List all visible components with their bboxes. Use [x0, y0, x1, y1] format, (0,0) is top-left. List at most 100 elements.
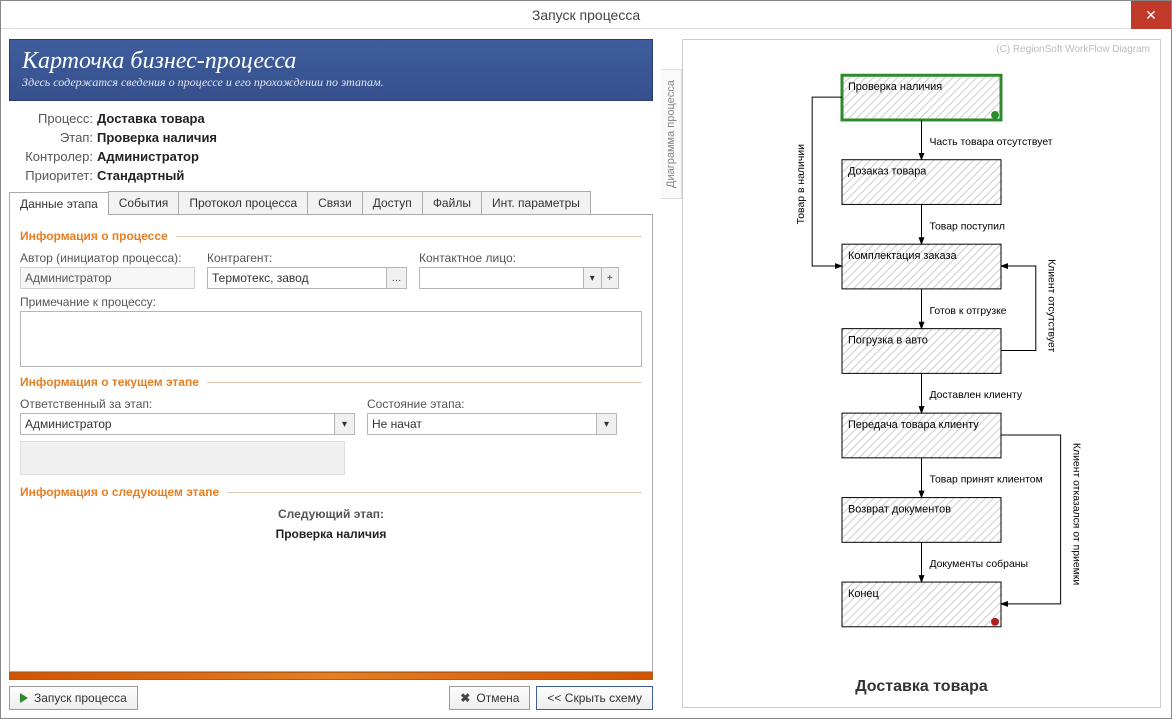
tab-protocol[interactable]: Протокол процесса	[178, 191, 308, 214]
section-process-info-label: Информация о процессе	[20, 229, 168, 243]
value-stage: Проверка наличия	[97, 130, 649, 145]
value-process: Доставка товара	[97, 111, 649, 126]
start-process-label: Запуск процесса	[34, 691, 127, 705]
label-priority: Приоритет:	[13, 168, 93, 183]
node-label: Дозаказ товара	[848, 166, 927, 178]
node-label: Передача товара клиенту	[848, 419, 979, 431]
label-stage: Этап:	[13, 130, 93, 145]
node-reorder[interactable]: Дозаказ товара	[842, 160, 1001, 205]
note-field[interactable]	[20, 311, 642, 367]
left-pane: Карточка бизнес-процесса Здесь содержатс…	[1, 29, 661, 718]
section-process-info: Информация о процессе	[20, 229, 642, 243]
tab-events[interactable]: События	[108, 191, 180, 214]
footer: Запуск процесса ✖ Отмена << Скрыть схему	[9, 672, 653, 710]
tab-links[interactable]: Связи	[307, 191, 363, 214]
label-counterparty: Контрагент:	[207, 251, 407, 265]
responsible-dropdown-button[interactable]: ▾	[335, 413, 355, 435]
edge-label: Товар поступил	[929, 221, 1005, 232]
edge-label: Документы собраны	[929, 558, 1028, 570]
state-dropdown-button[interactable]: ▾	[597, 413, 617, 435]
tab-files[interactable]: Файлы	[422, 191, 482, 214]
diagram-box: (C) RegionSoft WorkFlow Diagram	[682, 39, 1161, 708]
label-controller: Контролер:	[13, 149, 93, 164]
node-label: Возврат документов	[848, 504, 951, 516]
value-next-stage: Проверка наличия	[20, 527, 642, 541]
chevron-down-icon: ▾	[342, 419, 347, 430]
tab-body: Информация о процессе Автор (инициатор п…	[9, 215, 653, 672]
divider	[176, 236, 642, 237]
tabs: Данные этапа События Протокол процесса С…	[9, 191, 653, 215]
contact-dropdown-button[interactable]: ▾	[584, 267, 602, 289]
edge-label: Доставлен клиенту	[929, 390, 1022, 401]
workflow-diagram: Проверка наличия Дозаказ товара Комплект…	[683, 40, 1160, 667]
edge-label: Клиент отказался от приемки	[1071, 443, 1082, 585]
play-icon	[20, 693, 28, 703]
label-state: Состояние этапа:	[367, 397, 617, 411]
contact-field[interactable]	[419, 267, 584, 289]
diagram-title: Доставка товара	[683, 670, 1160, 704]
cancel-icon: ✖	[460, 691, 470, 705]
banner-subtitle: Здесь содержатся сведения о процессе и е…	[22, 75, 640, 90]
close-icon: ✕	[1145, 7, 1157, 24]
start-process-button[interactable]: Запуск процесса	[9, 686, 138, 710]
section-current-stage-label: Информация о текущем этапе	[20, 375, 199, 389]
diagram-copyright: (C) RegionSoft WorkFlow Diagram	[996, 44, 1150, 55]
responsible-field[interactable]	[20, 413, 335, 435]
ellipsis-icon: …	[392, 273, 402, 284]
edge-label: Товар принят клиентом	[929, 475, 1042, 486]
divider	[227, 492, 642, 493]
tab-access[interactable]: Доступ	[362, 191, 423, 214]
node-docs-return[interactable]: Возврат документов	[842, 498, 1001, 543]
section-next-stage-label: Информация о следующем этапе	[20, 485, 219, 499]
node-handover[interactable]: Передача товара клиенту	[842, 413, 1001, 458]
diagram-side-tab[interactable]: Диаграмма процесса	[661, 69, 682, 199]
state-field[interactable]	[367, 413, 597, 435]
node-loading[interactable]: Погрузка в авто	[842, 329, 1001, 374]
window-title: Запуск процесса	[532, 7, 640, 23]
node-end[interactable]: Конец	[842, 582, 1001, 627]
label-next-stage: Следующий этап:	[20, 507, 642, 521]
next-stage-block: Следующий этап: Проверка наличия	[20, 507, 642, 541]
content: Карточка бизнес-процесса Здесь содержатс…	[1, 29, 1171, 718]
cancel-button[interactable]: ✖ Отмена	[449, 686, 530, 710]
titlebar: Запуск процесса ✕	[1, 1, 1171, 29]
label-contact: Контактное лицо:	[419, 251, 619, 265]
label-process: Процесс:	[13, 111, 93, 126]
stage-detail-placeholder	[20, 441, 345, 475]
node-label: Комплектация заказа	[848, 250, 958, 262]
node-check-availability[interactable]: Проверка наличия	[842, 75, 1001, 120]
contact-add-button[interactable]: +	[602, 267, 620, 289]
node-picking[interactable]: Комплектация заказа	[842, 244, 1001, 289]
banner: Карточка бизнес-процесса Здесь содержатс…	[9, 39, 653, 101]
edge-label: Товар в наличии	[796, 144, 807, 224]
value-controller: Администратор	[97, 149, 649, 164]
label-author: Автор (инициатор процесса):	[20, 251, 195, 265]
cancel-label: Отмена	[476, 691, 519, 705]
edge-label: Клиент отсутствует	[1046, 259, 1057, 352]
section-next-stage: Информация о следующем этапе	[20, 485, 642, 499]
divider	[207, 382, 642, 383]
node-label: Проверка наличия	[848, 81, 942, 93]
counterparty-lookup-button[interactable]: …	[387, 267, 407, 289]
right-pane: Диаграмма процесса (C) RegionSoft WorkFl…	[661, 29, 1171, 718]
progress-bar	[9, 672, 653, 680]
hide-scheme-button[interactable]: << Скрыть схему	[536, 686, 653, 710]
counterparty-field[interactable]	[207, 267, 387, 289]
banner-title: Карточка бизнес-процесса	[22, 48, 640, 75]
label-note: Примечание к процессу:	[20, 295, 642, 309]
node-label: Конец	[848, 588, 879, 600]
tab-int-params[interactable]: Инт. параметры	[481, 191, 591, 214]
edge-label: Часть товара отсутствует	[929, 137, 1052, 148]
window: Запуск процесса ✕ Карточка бизнес-процес…	[0, 0, 1172, 719]
label-responsible: Ответственный за этап:	[20, 397, 355, 411]
tab-stage-data[interactable]: Данные этапа	[9, 192, 109, 215]
plus-icon: +	[607, 273, 613, 284]
process-properties: Процесс: Доставка товара Этап: Проверка …	[9, 101, 653, 189]
hide-scheme-label: << Скрыть схему	[547, 691, 642, 705]
section-current-stage: Информация о текущем этапе	[20, 375, 642, 389]
author-field	[20, 267, 195, 289]
value-priority: Стандартный	[97, 168, 649, 183]
edge-label: Готов к отгрузке	[929, 306, 1006, 317]
close-button[interactable]: ✕	[1131, 1, 1171, 29]
node-label: Погрузка в авто	[848, 335, 928, 347]
